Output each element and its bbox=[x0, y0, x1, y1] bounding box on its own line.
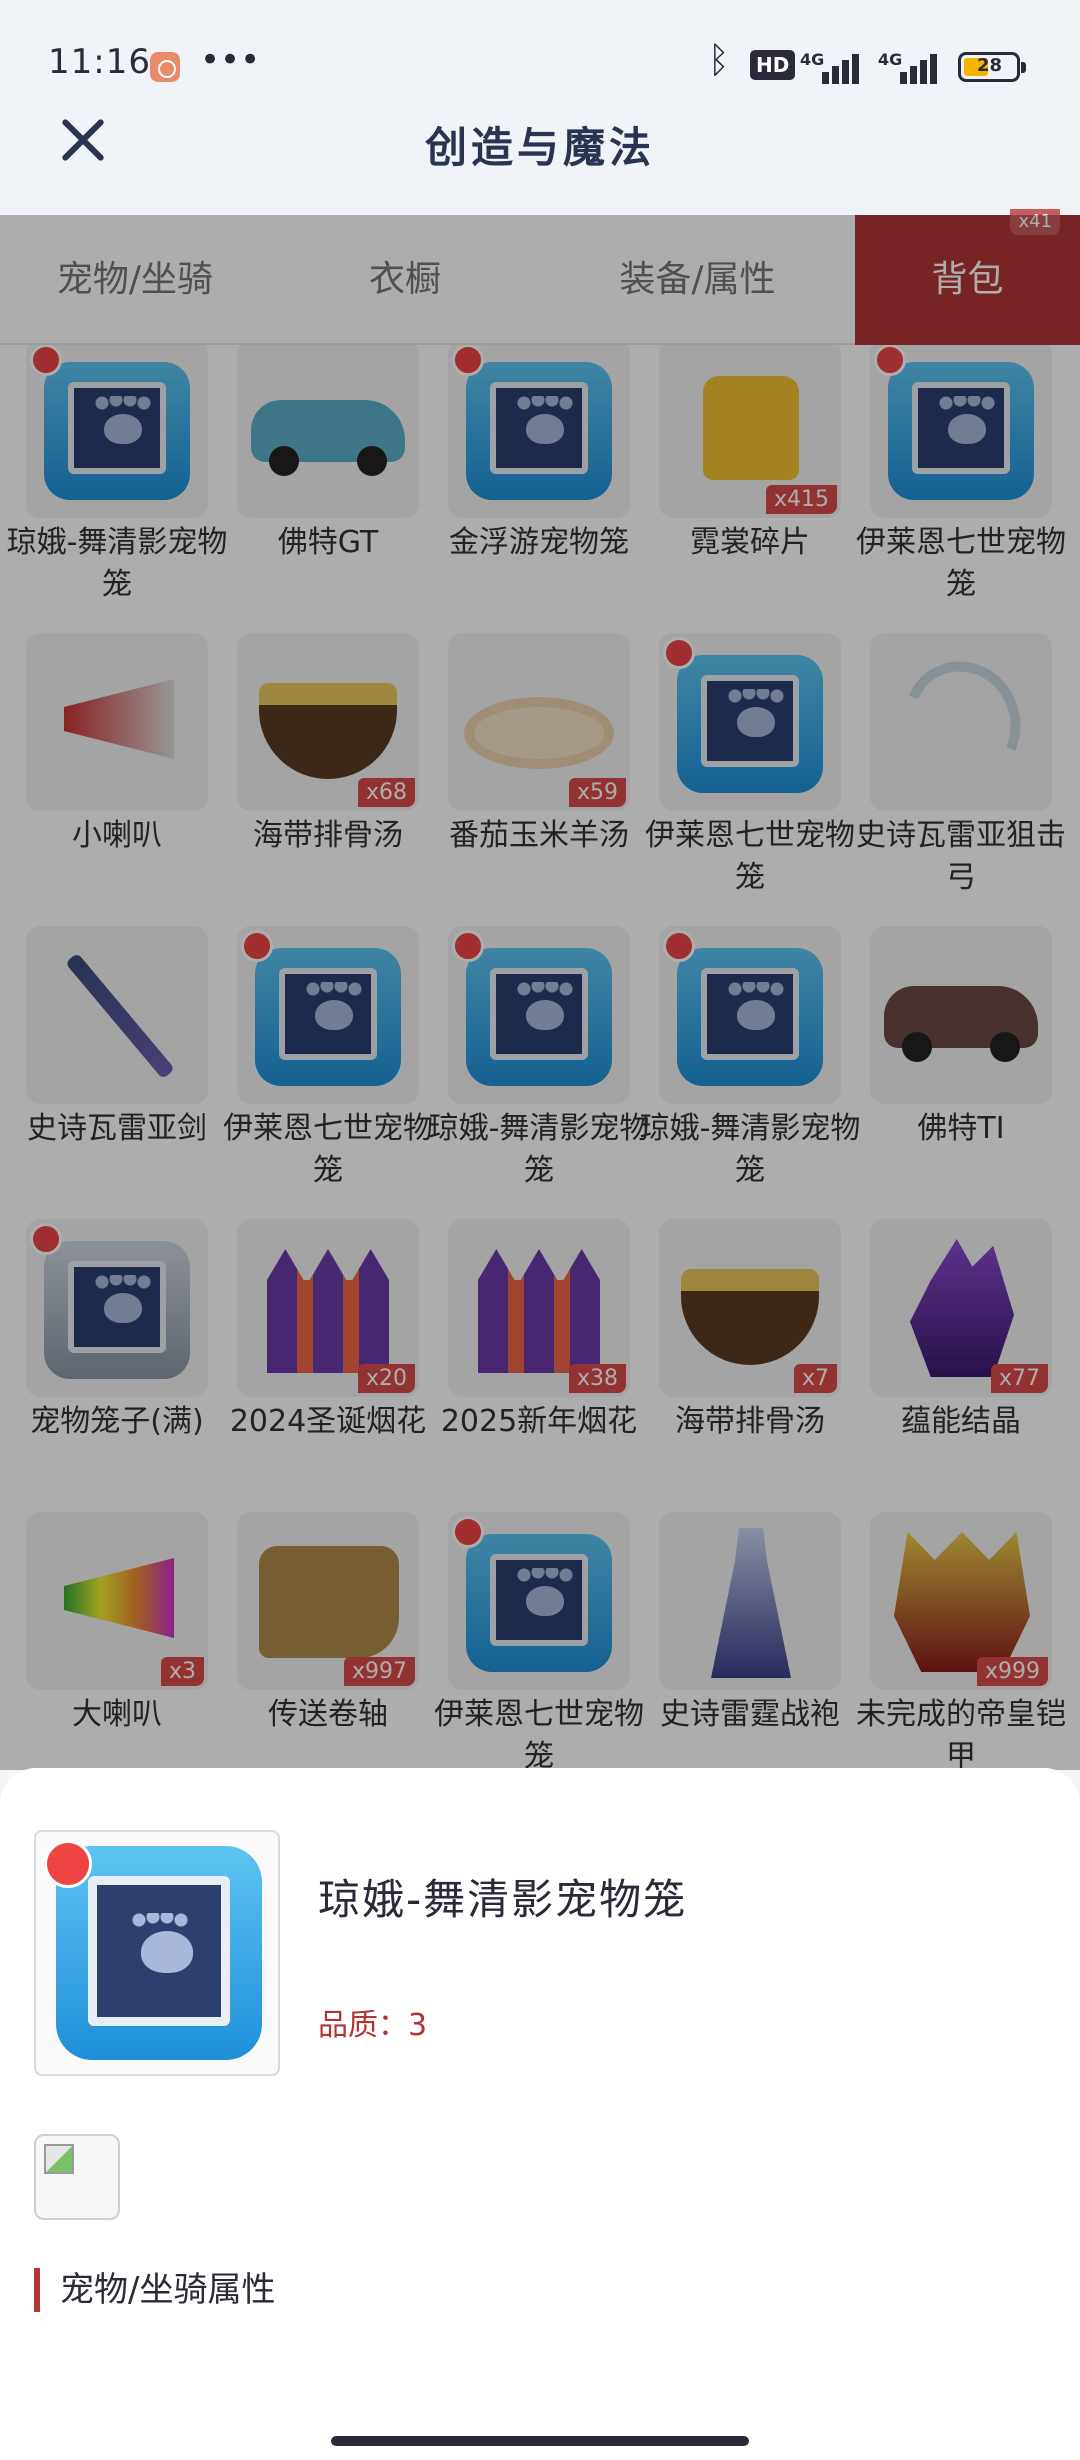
item-detail-name: 琼娥-舞清影宠物笼 bbox=[318, 1875, 688, 1924]
item-detail-sheet: 琼娥-舞清影宠物笼 品质：3 宠物/坐骑属性 bbox=[0, 1768, 1080, 2460]
item-detail-quality: 品质：3 bbox=[318, 2008, 428, 2043]
signal-icon: 4G bbox=[800, 50, 862, 84]
modal-overlay[interactable] bbox=[0, 215, 1080, 1770]
broken-image-icon bbox=[34, 2134, 120, 2220]
pet-badge-icon bbox=[44, 1840, 92, 1888]
battery-icon: 28 bbox=[958, 52, 1026, 82]
home-indicator[interactable] bbox=[331, 2436, 749, 2446]
section-title: 宠物/坐骑属性 bbox=[34, 2268, 275, 2312]
top-bar: 11:16 ••• ᛒ HD 4G 4G 28 创造与魔法 bbox=[0, 0, 1080, 215]
signal-icon: 4G bbox=[878, 50, 940, 84]
status-bar: 11:16 ••• ᛒ HD 4G 4G 28 bbox=[0, 0, 1080, 130]
hd-voice-icon: HD bbox=[750, 50, 796, 80]
clock-app-icon bbox=[150, 52, 180, 82]
more-notifications-icon: ••• bbox=[200, 40, 261, 80]
status-time: 11:16 bbox=[48, 42, 151, 82]
bluetooth-icon: ᛒ bbox=[708, 40, 730, 81]
item-detail-image bbox=[34, 1830, 280, 2076]
page-title: 创造与魔法 bbox=[424, 123, 655, 172]
